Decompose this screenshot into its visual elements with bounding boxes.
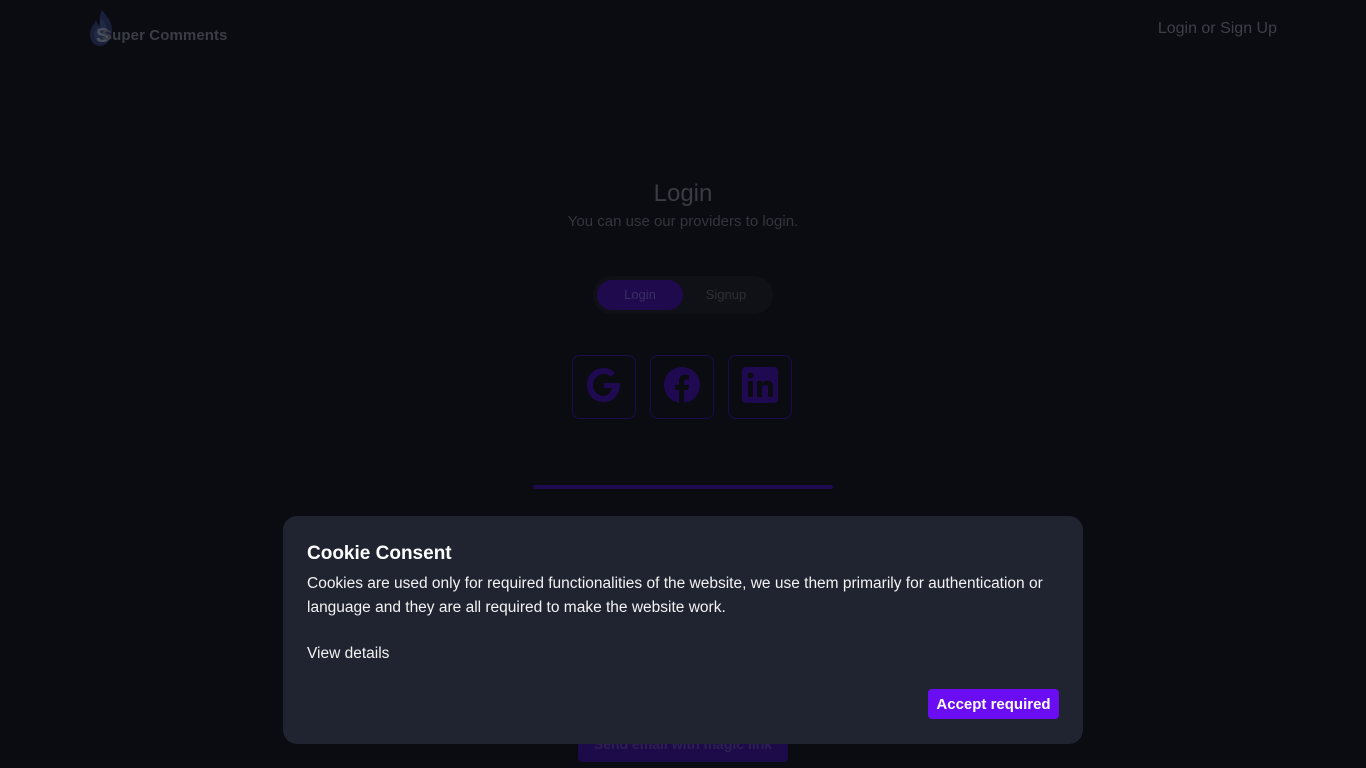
tab-signup[interactable]: Signup <box>683 280 769 310</box>
cookie-consent-message: Cookies are used only for required funct… <box>307 575 1043 616</box>
cookie-consent-dialog: Cookie Consent Cookies are used only for… <box>283 516 1083 744</box>
auth-tabs: Login Signup <box>593 276 773 314</box>
google-login-button[interactable] <box>572 355 636 419</box>
logo-text: Super Comments <box>102 27 228 44</box>
tab-login[interactable]: Login <box>597 280 683 310</box>
page-subtitle: You can use our providers to login. <box>567 213 799 230</box>
login-signup-link[interactable]: Login or Sign Up <box>1158 20 1277 38</box>
accept-required-button[interactable]: Accept required <box>928 689 1059 719</box>
facebook-login-button[interactable] <box>650 355 714 419</box>
provider-buttons <box>572 355 794 421</box>
divider <box>533 485 833 489</box>
cookie-consent-title: Cookie Consent <box>307 543 452 564</box>
logo[interactable]: S Super Comments <box>88 8 228 48</box>
page: S Super Comments Login or Sign Up Login … <box>0 0 1366 768</box>
linkedin-login-button[interactable] <box>728 355 792 419</box>
google-icon <box>584 365 624 410</box>
linkedin-icon <box>740 365 780 410</box>
header: S Super Comments Login or Sign Up <box>0 0 1366 60</box>
view-details-link[interactable]: View details <box>307 645 389 663</box>
page-title: Login <box>653 180 713 207</box>
facebook-icon <box>662 365 702 410</box>
